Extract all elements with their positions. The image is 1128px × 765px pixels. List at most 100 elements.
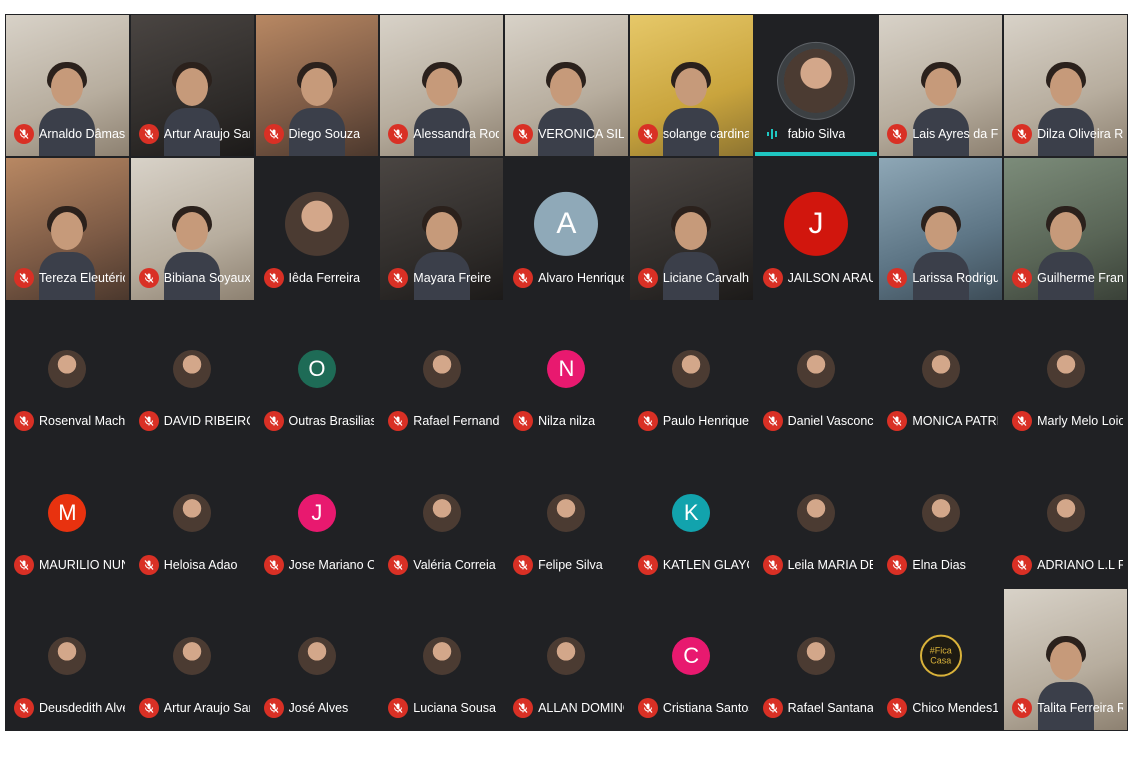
participant-tile[interactable]: José Alves [254, 587, 380, 731]
mic-off-icon [887, 697, 908, 718]
participant-tile[interactable]: ALLAN DOMING... [504, 587, 629, 731]
participant-tile[interactable]: Artur Araujo San... [129, 14, 255, 158]
participant-name: VERONICA SILV... [538, 127, 624, 142]
participant-tile[interactable]: Dilza Oliveira Rib... [1003, 14, 1128, 158]
participant-name: MONICA PATRIC... [912, 414, 998, 429]
participant-tile[interactable]: Mayara Freire [379, 157, 505, 301]
participant-name: Lais Ayres da Fo... [912, 127, 999, 142]
participant-tile[interactable]: K KATLEN GLAYCE... [628, 444, 754, 588]
active-speaker-bar [754, 152, 878, 157]
participant-tile[interactable]: Rafael Santana [753, 587, 879, 731]
participant-tile[interactable]: Alessandra Rodri... [379, 14, 505, 158]
participant-tile[interactable]: Larissa Rodrigue... [878, 157, 1004, 301]
participant-tile[interactable]: Guilherme França [1003, 157, 1128, 301]
participant-tile[interactable]: Heloisa Adao [129, 444, 255, 588]
participant-nametag: Alessandra Rodri... [388, 124, 499, 145]
participant-tile[interactable]: Bibiana Soyaux [129, 157, 255, 301]
mic-off-icon [762, 411, 783, 432]
participant-tile[interactable]: Arnaldo Dâmaso [5, 14, 130, 158]
participant-tile[interactable]: VERONICA SILV... [504, 14, 629, 158]
participant-nametag: Valéria Correia [388, 554, 499, 575]
participant-tile[interactable]: Deusdedith Alve... [5, 587, 130, 731]
mic-off-icon [14, 697, 34, 718]
participant-avatar [173, 350, 212, 389]
participant-tile[interactable]: Felipe Silva [504, 444, 629, 588]
participant-name: Outras Brasilias ... [288, 414, 375, 429]
participant-nametag: DAVID RIBEIRO ... [138, 411, 250, 432]
mic-off-icon [637, 554, 658, 575]
participant-avatar [422, 493, 461, 532]
mic-off-icon [1012, 267, 1033, 288]
participant-tile[interactable]: M MAURILIO NUNE... [5, 444, 130, 588]
participant-nametag: ADRIANO L.L REIS [1012, 554, 1123, 575]
mic-off-icon [637, 411, 658, 432]
participant-tile[interactable]: MONICA PATRIC... [878, 300, 1004, 445]
participant-tile[interactable]: Liciane Carvalho [628, 157, 754, 301]
participant-tile[interactable]: #Fica Casa Chico Mendes13 [878, 587, 1004, 731]
participant-tile[interactable]: A Alvaro Henrique [504, 157, 629, 301]
participant-tile[interactable]: N Nilza nilza [504, 300, 629, 445]
participant-tile[interactable]: Marly Melo Loiola [1003, 300, 1128, 445]
participant-nametag: Arnaldo Dâmaso [14, 124, 125, 145]
participant-tile[interactable]: Tereza Eleutério [5, 157, 130, 301]
participant-name: Jose Mariano Ca... [288, 557, 375, 572]
participant-name: KATLEN GLAYCE... [662, 557, 749, 572]
participant-tile[interactable]: Leila MARIA DE ... [753, 444, 879, 588]
participant-name: Artur Araujo San... [163, 700, 250, 715]
participant-name: Valéria Correia [413, 557, 496, 572]
participant-name: fabio Silva [787, 127, 846, 142]
mic-off-icon [138, 124, 159, 145]
participant-tile[interactable]: Valéria Correia [379, 444, 505, 588]
participant-tile[interactable]: Rosenval Macha... [5, 300, 130, 445]
participant-name: Talita Ferreira Ro... [1037, 700, 1123, 715]
participant-name: Guilherme França [1037, 270, 1123, 285]
participant-tile[interactable]: Rafael Fernandes [379, 300, 505, 445]
participant-tile[interactable]: Elna Dias [878, 444, 1004, 588]
participant-avatar [796, 350, 835, 389]
participant-nametag: Artur Araujo San... [138, 124, 250, 145]
mic-off-icon [887, 411, 908, 432]
participant-tile[interactable]: C Cristiana Santos [628, 587, 754, 731]
participant-nametag: Outras Brasilias ... [263, 411, 375, 432]
participant-name: MAURILIO NUNE... [39, 557, 125, 572]
participant-nametag: Nilza nilza [513, 411, 624, 432]
participant-tile[interactable]: J JAILSON ARAUJ... [753, 157, 879, 301]
participant-name: ADRIANO L.L REIS [1037, 557, 1123, 572]
participant-name: Felipe Silva [538, 557, 603, 572]
mic-off-icon [637, 267, 658, 288]
mic-off-icon [263, 411, 284, 432]
mic-off-icon [263, 697, 284, 718]
participant-nametag: JAILSON ARAUJ... [762, 267, 873, 288]
mic-off-icon [762, 697, 783, 718]
participant-name: Luciana Sousa [413, 700, 496, 715]
participant-nametag: Marly Melo Loiola [1012, 411, 1123, 432]
participant-tile[interactable]: Artur Araujo San... [129, 587, 255, 731]
participant-tile[interactable]: Lais Ayres da Fo... [878, 14, 1004, 158]
participant-tile[interactable]: DAVID RIBEIRO ... [129, 300, 255, 445]
participant-tile[interactable]: Iêda Ferreira [254, 157, 380, 301]
participant-avatar [921, 350, 960, 389]
participant-nametag: Guilherme França [1012, 267, 1123, 288]
mic-off-icon [14, 554, 34, 575]
participant-nametag: ALLAN DOMING... [513, 697, 624, 718]
participant-avatar [1046, 350, 1085, 389]
participant-tile[interactable]: ADRIANO L.L REIS [1003, 444, 1128, 588]
mic-off-icon [1012, 554, 1033, 575]
participant-tile[interactable]: J Jose Mariano Ca... [254, 444, 380, 588]
participant-tile[interactable]: Talita Ferreira Ro... [1003, 587, 1128, 731]
participant-nametag: Jose Mariano Ca... [263, 554, 375, 575]
mic-off-icon [637, 124, 658, 145]
participant-tile[interactable]: fabio Silva [753, 14, 879, 158]
participant-name: Rafael Santana [787, 700, 874, 715]
participant-name: Chico Mendes13 [912, 700, 999, 715]
participant-tile[interactable]: Daniel Vasconce... [753, 300, 879, 445]
participant-tile[interactable]: Paulo Henrique [628, 300, 754, 445]
participant-avatar [547, 637, 586, 676]
participant-tile[interactable]: O Outras Brasilias ... [254, 300, 380, 445]
participant-name: Elna Dias [912, 557, 966, 572]
participant-tile[interactable]: Diego Souza [254, 14, 380, 158]
participant-tile[interactable]: solange cardinale [628, 14, 754, 158]
participant-tile[interactable]: Luciana Sousa [379, 587, 505, 731]
speaking-indicator-icon [763, 124, 783, 144]
participant-avatar [1046, 493, 1085, 532]
